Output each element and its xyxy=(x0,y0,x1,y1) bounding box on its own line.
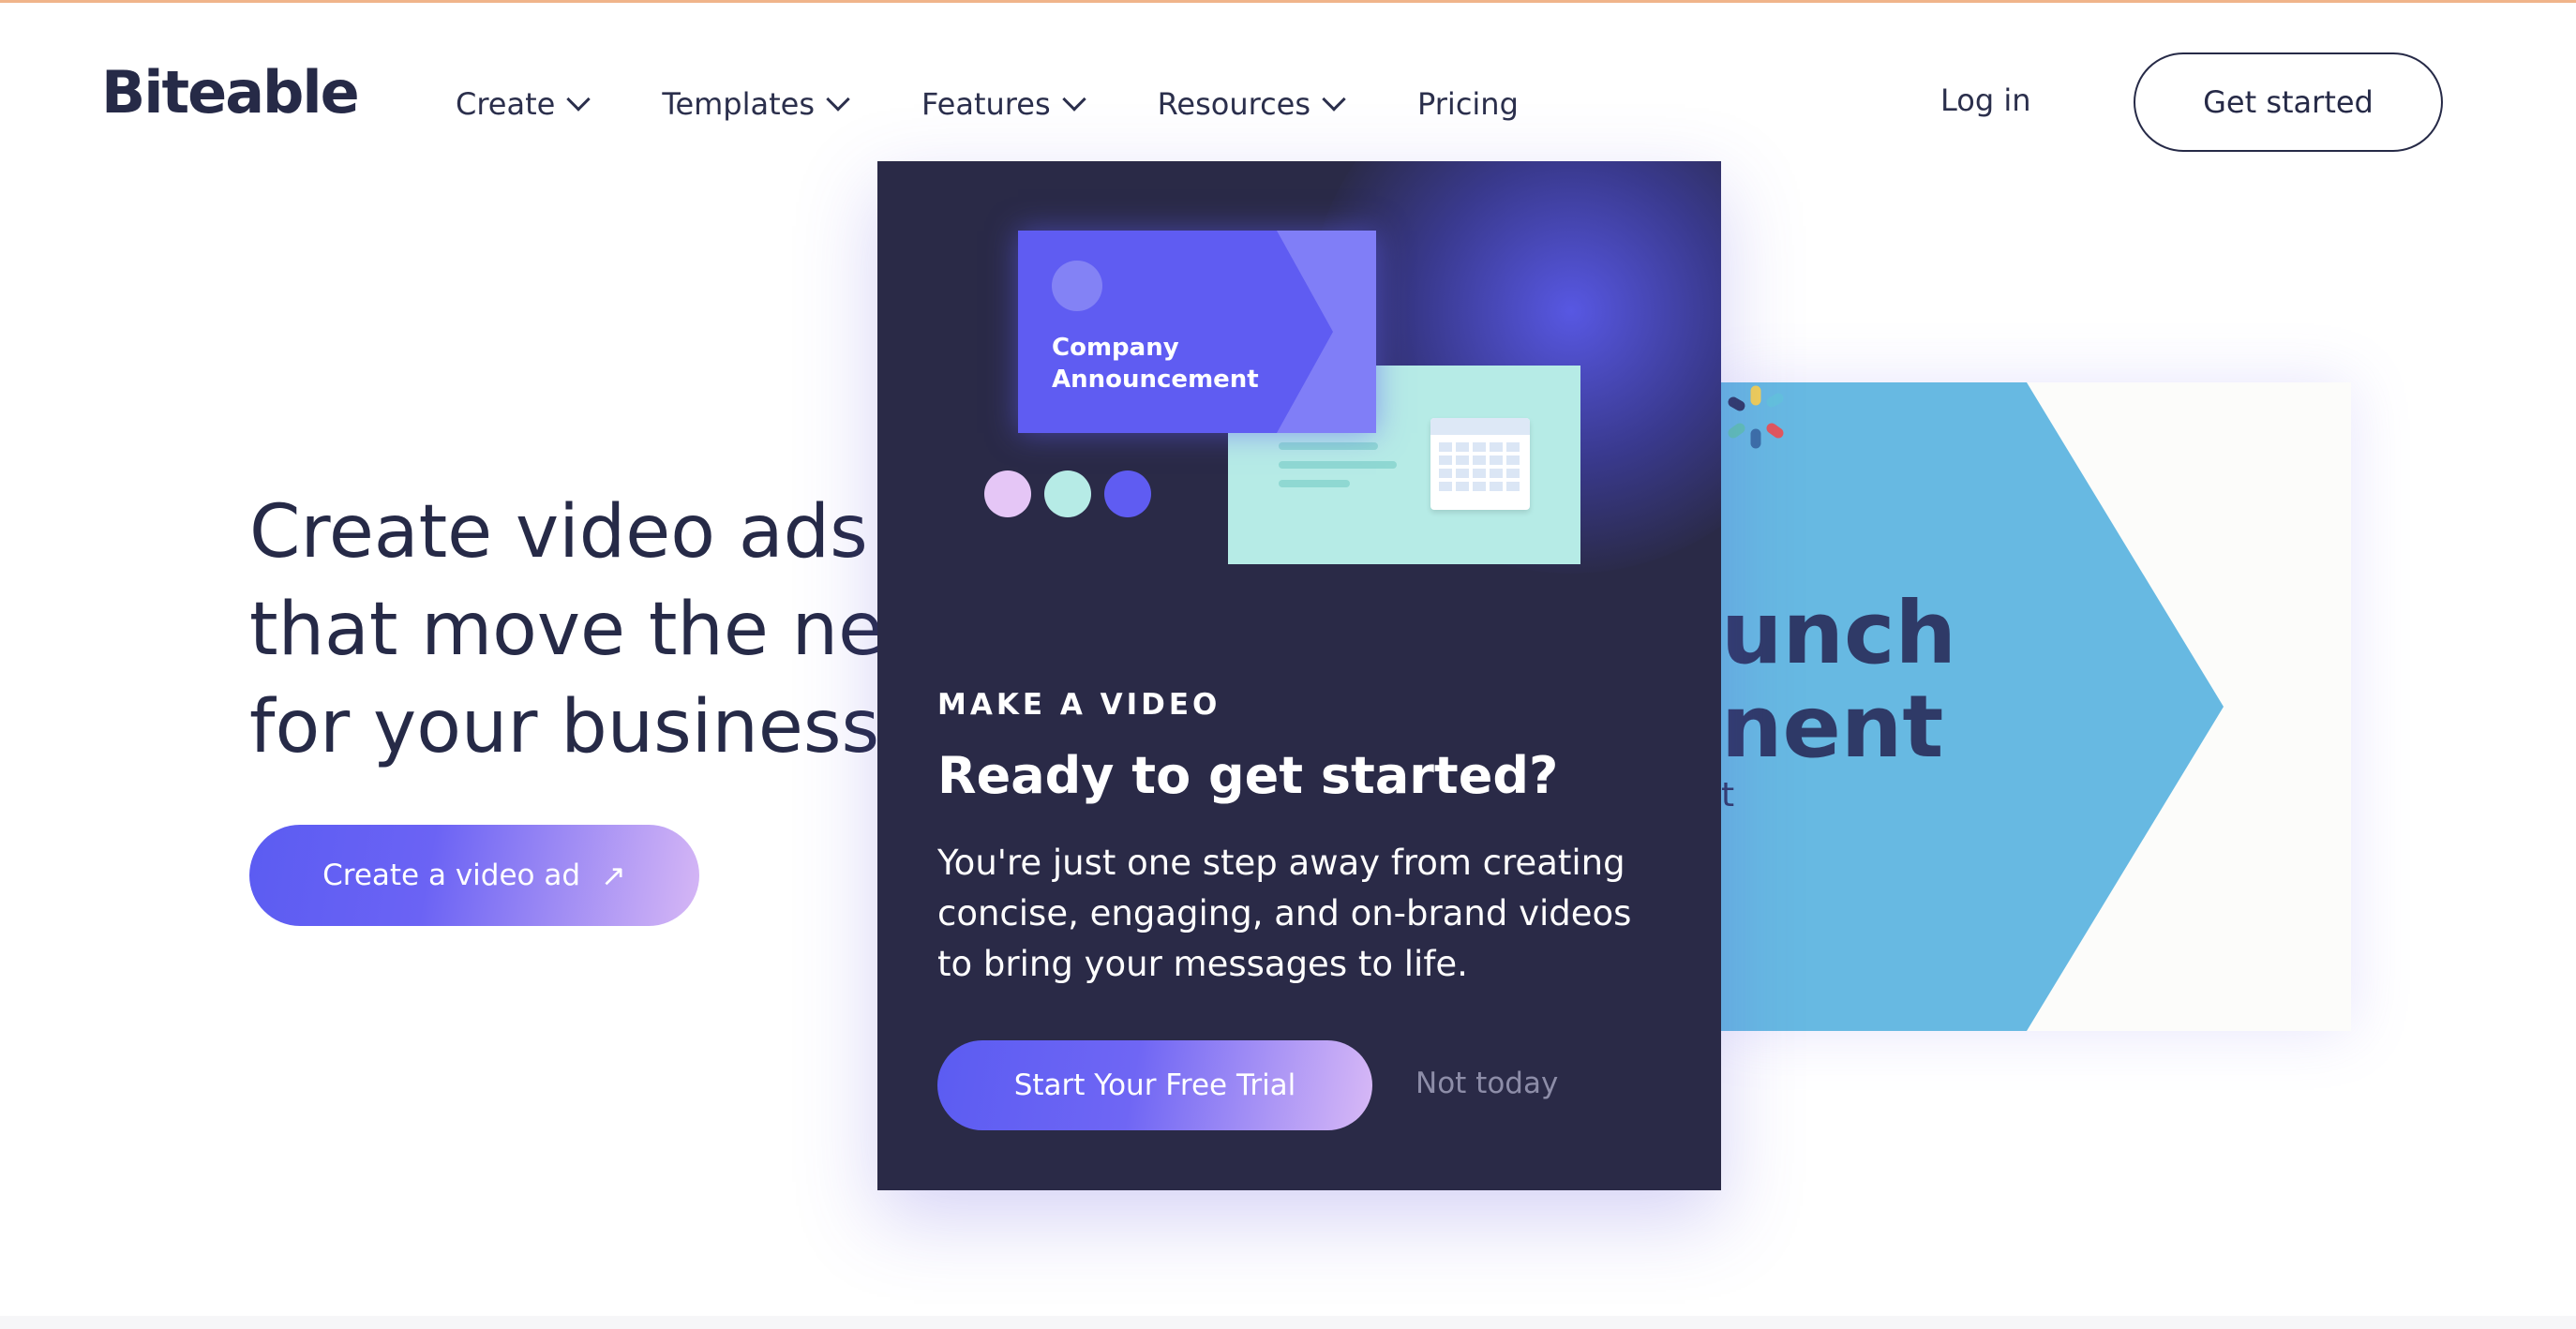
illustration-line xyxy=(1279,461,1397,469)
nav-create[interactable]: Create xyxy=(456,86,592,122)
start-free-trial-button[interactable]: Start Your Free Trial xyxy=(937,1040,1372,1130)
nav-pricing-label: Pricing xyxy=(1417,86,1519,122)
top-accent-line xyxy=(0,0,2576,3)
create-video-ad-label: Create a video ad xyxy=(322,859,581,892)
illustration-line xyxy=(1279,480,1350,487)
preview-subtitle: t xyxy=(1721,776,1735,814)
modal-body-line-1: You're just one step away from creating xyxy=(937,843,1625,883)
announcement-label: Company Announcement xyxy=(1052,332,1259,396)
nav-templates-label: Templates xyxy=(662,86,816,122)
get-started-button[interactable]: Get started xyxy=(2134,52,2443,152)
illustration-announcement-card: Company Announcement xyxy=(1018,231,1376,433)
preview-title-line-1: unch xyxy=(1721,583,1957,683)
sparkle-logo-icon xyxy=(1728,385,1784,449)
nav-features-label: Features xyxy=(921,86,1051,122)
announcement-label-line-1: Company xyxy=(1052,334,1179,362)
chevron-down-icon xyxy=(1322,87,1346,112)
dot-pink xyxy=(984,470,1031,517)
nav-pricing[interactable]: Pricing xyxy=(1417,86,1519,122)
arrow-up-right-icon: ↗ xyxy=(601,858,626,893)
dot-teal xyxy=(1044,470,1091,517)
chevron-down-icon xyxy=(826,87,850,112)
nav-resources-label: Resources xyxy=(1157,86,1311,122)
modal-eyebrow: MAKE A VIDEO xyxy=(937,688,1221,722)
main-nav: Create Templates Features Resources Pric… xyxy=(456,81,1594,127)
page-bottom-band xyxy=(0,1316,2576,1329)
calendar-icon xyxy=(1430,418,1530,510)
modal-title: Ready to get started? xyxy=(937,746,1559,805)
modal-body: You're just one step away from creating … xyxy=(937,838,1678,990)
preview-title: unch nent xyxy=(1721,587,1956,774)
modal-body-line-2: concise, engaging, and on-brand videos xyxy=(937,893,1632,933)
nav-features[interactable]: Features xyxy=(921,86,1086,122)
dot-purple xyxy=(1104,470,1151,517)
nav-templates[interactable]: Templates xyxy=(662,86,850,122)
create-video-ad-button[interactable]: Create a video ad ↗ xyxy=(249,825,699,926)
chevron-down-icon xyxy=(1061,87,1086,112)
not-today-link[interactable]: Not today xyxy=(1415,1067,1558,1100)
announcement-label-line-2: Announcement xyxy=(1052,366,1259,394)
nav-create-label: Create xyxy=(456,86,556,122)
modal-body-line-3: to bring your messages to life. xyxy=(937,944,1468,984)
signup-modal: Company Announcement MAKE A VIDEO Ready … xyxy=(877,161,1721,1190)
nav-resources[interactable]: Resources xyxy=(1157,86,1346,122)
chevron-down-icon xyxy=(566,87,592,112)
login-link[interactable]: Log in xyxy=(1940,82,2031,118)
illustration-dots xyxy=(984,470,1164,517)
avatar-circle xyxy=(1052,261,1102,311)
video-preview-card: unch nent t xyxy=(1721,382,2351,1031)
illustration-line xyxy=(1279,442,1378,450)
preview-title-line-2: nent xyxy=(1721,677,1944,777)
biteable-logo[interactable]: Biteable xyxy=(101,58,360,127)
